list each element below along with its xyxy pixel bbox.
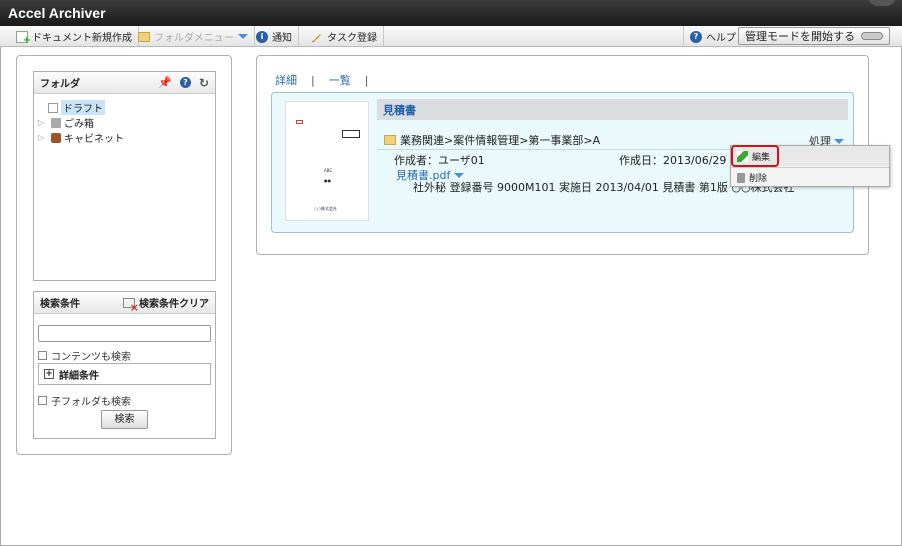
chevron-down-icon xyxy=(454,172,465,178)
tab-separator: | xyxy=(311,73,315,87)
content-search-label: コンテンツも検索 xyxy=(51,352,131,363)
document-thumbnail[interactable]: ABC ●● ○○株式会社 xyxy=(285,101,369,221)
thumb-text: ABC xyxy=(324,168,333,173)
tree-item-draft[interactable]: ドラフト xyxy=(38,100,211,115)
search-panel-header: 検索条件 検索条件クリア xyxy=(34,292,215,314)
thumb-stamp xyxy=(342,130,360,138)
clear-search-button[interactable]: 検索条件クリア xyxy=(123,295,209,314)
clear-icon xyxy=(123,297,139,314)
help-icon[interactable]: ? xyxy=(179,77,191,88)
search-input[interactable] xyxy=(38,325,211,342)
cabinet-icon xyxy=(51,132,61,143)
help-label: ヘルプ xyxy=(706,33,736,44)
content-search-checkbox[interactable]: コンテンツも検索 xyxy=(38,348,131,363)
creator: 作成者：ユーザ01 xyxy=(394,154,485,167)
search-panel: 検索条件 検索条件クリア コンテンツも検索 + 詳細条件 子フォルダも検索 検索 xyxy=(33,291,216,439)
folder-tree: ドラフト ▷ ごみ箱 ▷ キャビネット xyxy=(34,94,215,151)
new-document-icon xyxy=(16,30,31,46)
subfolder-search-label: 子フォルダも検索 xyxy=(51,397,131,408)
help-button[interactable]: ? ヘルプ xyxy=(683,26,742,47)
document-path: 業務関連>案件情報管理>第一事業部>A xyxy=(384,132,600,148)
trash-icon xyxy=(51,117,61,128)
search-panel-title: 検索条件 xyxy=(40,299,80,310)
notify-label: 通知 xyxy=(272,33,292,44)
document-title[interactable]: 見積書 xyxy=(377,99,848,120)
folder-panel-header: フォルダ 📌 ? ↻ xyxy=(34,72,215,94)
menu-item-label: 削除 xyxy=(749,174,768,184)
thumb-text: ●● xyxy=(324,178,331,183)
tree-item-label: キャビネット xyxy=(64,134,124,145)
path-text: 業務関連>案件情報管理>第一事業部>A xyxy=(400,134,601,147)
detail-conditions-label: 詳細条件 xyxy=(59,370,99,382)
left-pane: フォルダ 📌 ? ↻ ドラフト ▷ ごみ箱 ▷ キャビネット 検索条件 × 検索… xyxy=(16,55,232,455)
folder-menu-button[interactable]: フォルダメニュー xyxy=(132,26,255,47)
detail-conditions-toggle[interactable]: + 詳細条件 xyxy=(38,363,211,385)
new-document-label: ドキュメント新規作成 xyxy=(32,33,132,44)
tree-item-cabinet[interactable]: ▷ キャビネット xyxy=(38,130,211,145)
task-register-label: タスク登録 xyxy=(327,33,377,44)
toolbar: ドキュメント新規作成 フォルダメニュー i 通知 タスク登録 ? ヘルプ 管理モ… xyxy=(0,26,902,47)
created-date: 作成日：2013/06/29 xyxy=(619,154,727,167)
thumb-text: ○○株式会社 xyxy=(314,206,337,211)
refresh-icon[interactable]: ↻ xyxy=(199,76,209,90)
new-document-button[interactable]: ドキュメント新規作成 xyxy=(10,26,139,47)
view-tabs: 詳細 | 一覧 | xyxy=(275,72,368,88)
tree-item-label: ドラフト xyxy=(61,100,105,115)
trash-icon xyxy=(737,172,745,183)
tab-list[interactable]: 一覧 xyxy=(329,72,351,88)
chevron-down-icon xyxy=(834,138,844,144)
tab-detail[interactable]: 詳細 xyxy=(275,72,297,88)
notify-button[interactable]: i 通知 xyxy=(250,26,299,47)
tree-item-trash[interactable]: ▷ ごみ箱 xyxy=(38,115,211,130)
info-icon: i xyxy=(256,30,268,43)
folder-panel: フォルダ 📌 ? ↻ ドラフト ▷ ごみ箱 ▷ キャビネット xyxy=(33,71,216,281)
thumb-mark xyxy=(296,120,303,124)
plus-icon: + xyxy=(44,369,54,379)
admin-mode-button[interactable]: 管理モードを開始する xyxy=(738,27,890,45)
admin-mode-label: 管理モードを開始する xyxy=(745,30,855,43)
folder-icon xyxy=(138,31,150,42)
menu-item-delete[interactable]: 削除 xyxy=(731,167,889,187)
tree-item-label: ごみ箱 xyxy=(64,119,94,130)
highlight-box xyxy=(731,145,779,167)
draft-icon xyxy=(48,102,58,113)
help-icon: ? xyxy=(690,30,702,43)
clear-search-label: 検索条件クリア xyxy=(139,299,209,310)
task-pen-icon xyxy=(312,33,321,42)
task-register-button[interactable]: タスク登録 xyxy=(305,26,384,47)
folder-menu-label: フォルダメニュー xyxy=(154,33,234,44)
window-control[interactable] xyxy=(868,0,896,6)
pin-icon[interactable]: 📌 xyxy=(158,76,172,89)
title-bar: Accel Archiver xyxy=(0,0,902,26)
folder-icon xyxy=(384,135,396,145)
chevron-down-icon xyxy=(237,34,248,39)
app-title: Accel Archiver xyxy=(8,5,106,21)
toggle-icon xyxy=(861,32,883,40)
tab-separator: | xyxy=(364,73,369,87)
checkbox[interactable] xyxy=(38,396,47,405)
expand-arrow-icon[interactable]: ▷ xyxy=(38,118,48,127)
expand-arrow-icon[interactable]: ▷ xyxy=(38,133,48,142)
folder-panel-title: フォルダ xyxy=(40,79,80,90)
checkbox[interactable] xyxy=(38,351,47,360)
subfolder-search-checkbox[interactable]: 子フォルダも検索 xyxy=(38,393,131,408)
search-button[interactable]: 検索 xyxy=(101,410,148,429)
